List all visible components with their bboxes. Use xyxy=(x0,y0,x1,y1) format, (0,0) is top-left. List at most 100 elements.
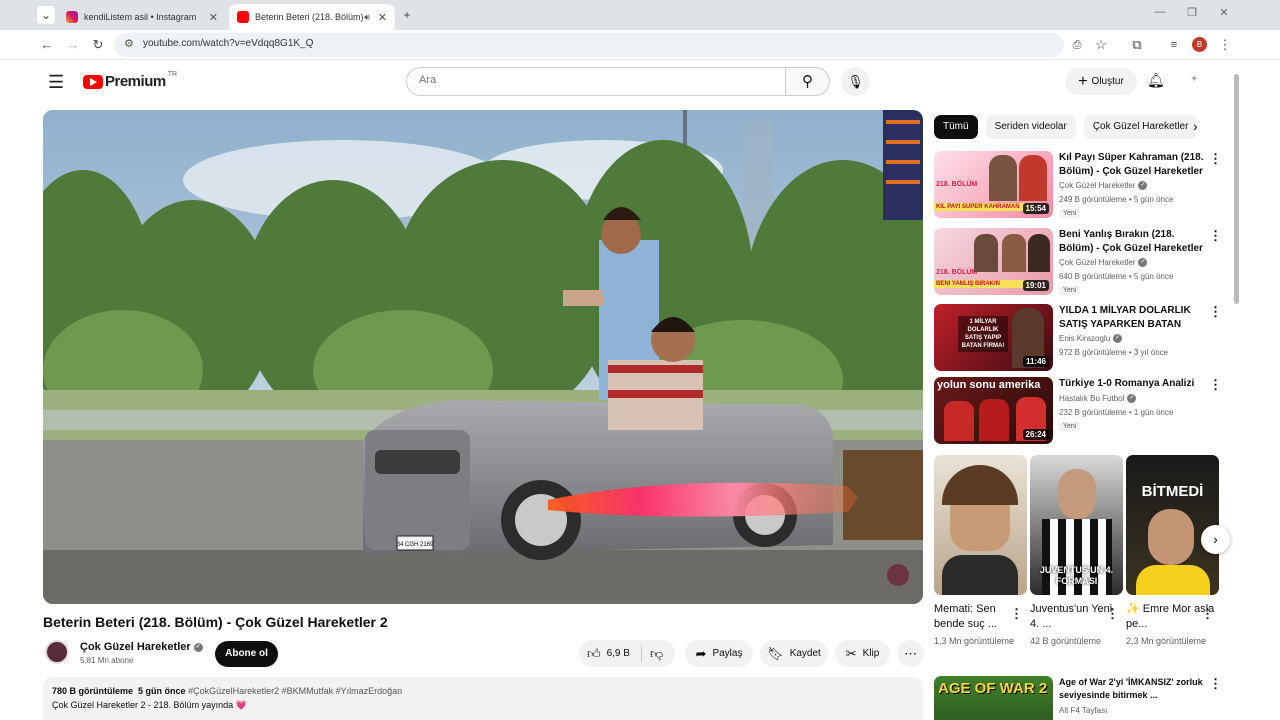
chip-all[interactable]: Tümü xyxy=(934,115,978,139)
recommendation-channel: Çok Güzel Hareketler ✓ xyxy=(1059,258,1148,268)
plus-icon: + xyxy=(1078,72,1088,90)
share-label: Paylaş xyxy=(712,648,743,659)
thumbnail-text: yolun sonu amerika xyxy=(937,379,1041,391)
chevron-right-icon: › xyxy=(1213,531,1218,547)
short-thumbnail[interactable]: JUVENTUS'UN 4. FORMASI xyxy=(1030,455,1123,595)
thumbnail-person xyxy=(1148,509,1194,565)
more-actions-button[interactable]: ⋯ xyxy=(897,640,924,667)
verified-icon: ✓ xyxy=(193,642,203,652)
scrollbar-thumb[interactable] xyxy=(1234,74,1239,304)
short-caption: BİTMEDİ xyxy=(1141,483,1204,500)
search-input[interactable] xyxy=(419,74,759,86)
close-tab-icon[interactable]: ✕ xyxy=(209,11,218,24)
restore-icon[interactable]: ❐ xyxy=(1183,6,1201,19)
media-control-icon[interactable]: ≡ xyxy=(1165,36,1183,54)
reload-icon[interactable]: ↻ xyxy=(89,36,107,54)
kebab-menu-icon[interactable]: ⋮ xyxy=(1209,377,1222,393)
short-views: 42 B görüntüleme xyxy=(1030,636,1102,646)
back-icon[interactable]: ← xyxy=(38,36,56,54)
logo-region: TR xyxy=(167,71,178,78)
browser-tabstrip: ⌄ kendiListem asil • Instagram ✕ Beterin… xyxy=(0,0,1280,30)
recommendation-title: Age of War 2'yi 'İMKANSIZ' zorluk seviye… xyxy=(1059,677,1203,700)
thumbnail-text: 218. BÖLÜM xyxy=(936,181,978,188)
search-icon: ⚲ xyxy=(802,73,813,90)
short-thumbnail[interactable]: BİTMEDİ xyxy=(1126,455,1219,595)
search-box xyxy=(406,67,786,96)
kebab-menu-icon[interactable]: ⋮ xyxy=(1209,304,1222,320)
account-avatar[interactable]: ✦ xyxy=(1190,74,1204,88)
tab-instagram[interactable]: kendiListem asil • Instagram ✕ xyxy=(58,4,226,30)
like-divider xyxy=(641,645,642,662)
search-button[interactable]: ⚲ xyxy=(786,67,830,96)
tab-youtube[interactable]: Beterin Beteri (218. Bölüm) 🔊︎ ✕ xyxy=(229,4,395,30)
video-player[interactable]: 34 CGH 2169 xyxy=(43,110,923,604)
share-button[interactable]: ➦ Paylaş xyxy=(685,640,753,667)
instagram-icon xyxy=(66,11,78,23)
notifications-bell-icon[interactable]: 🔔︎ xyxy=(1147,72,1165,89)
create-button[interactable]: + Oluştur xyxy=(1065,68,1137,95)
install-app-icon[interactable]: ⎙ xyxy=(1068,36,1086,54)
duration-badge: 11:46 xyxy=(1022,356,1049,367)
subscribe-button[interactable]: Abone ol xyxy=(215,641,278,667)
voice-search-button[interactable]: 🎙︎ xyxy=(841,67,870,96)
site-info-icon[interactable]: ⚙ xyxy=(124,37,134,50)
short-thumbnail[interactable] xyxy=(934,455,1027,595)
view-count: 780 B görüntüleme xyxy=(52,686,134,696)
verified-icon: ✓ xyxy=(1138,258,1148,268)
like-count[interactable]: 6,9 B xyxy=(607,648,630,659)
like-dislike-group: 👍︎ 6,9 B 👎︎ xyxy=(579,640,675,667)
recommendation-meta: 640 B görüntüleme • 5 gün önce xyxy=(1059,272,1174,281)
browser-profile-avatar[interactable]: B xyxy=(1192,37,1207,52)
channel-text: Enis Kirazoglu xyxy=(1059,334,1111,343)
chip-channel[interactable]: Çok Güzel Hareketler xyxy=(1083,115,1198,139)
recommendation-item[interactable]: AGE OF WAR 2 Age of War 2'yi 'İMKANSIZ' … xyxy=(934,676,1224,720)
kebab-menu-icon[interactable]: ⋮ xyxy=(1201,606,1214,622)
share-icon: ➦ xyxy=(695,645,707,661)
youtube-premium-logo[interactable]: Premium TR xyxy=(83,71,178,90)
close-window-icon[interactable]: ✕ xyxy=(1215,6,1233,19)
thumbs-down-icon[interactable]: 👎︎ xyxy=(650,646,663,662)
save-label: Kaydet xyxy=(789,648,821,659)
recommendation-title: Türkiye 1-0 Romanya Analizi xyxy=(1059,378,1195,389)
kebab-menu-icon[interactable]: ⋮ xyxy=(1106,606,1119,622)
browser-menu-icon[interactable]: ⋮ xyxy=(1216,36,1234,54)
recommendation-meta: 249 B görüntüleme • 5 gün önce xyxy=(1059,195,1174,204)
chevron-right-icon[interactable]: › xyxy=(1193,118,1198,134)
forward-icon[interactable]: → xyxy=(64,36,82,54)
recommendation-title: Kıl Payı Süper Kahraman (218. Bölüm) - Ç… xyxy=(1059,152,1204,177)
new-tab-button[interactable]: + xyxy=(398,6,416,24)
duration-badge: 15:54 xyxy=(1022,203,1049,214)
clip-button[interactable]: ✂ Klip xyxy=(835,640,890,667)
shorts-next-button[interactable]: › xyxy=(1201,525,1230,554)
kebab-menu-icon[interactable]: ⋮ xyxy=(1209,676,1222,692)
recommendation-item[interactable]: yolun sonu amerika 26:24 Türkiye 1-0 Rom… xyxy=(934,377,1224,445)
kebab-menu-icon[interactable]: ⋮ xyxy=(1209,228,1222,244)
verified-icon: ✓ xyxy=(1127,394,1137,404)
hamburger-menu-icon[interactable]: ☰ xyxy=(48,72,64,93)
close-tab-icon[interactable]: ✕ xyxy=(378,11,387,24)
thumbs-up-icon[interactable]: 👍︎ xyxy=(587,646,601,662)
chip-series[interactable]: Seriden videolar xyxy=(985,115,1076,139)
recommendation-item[interactable]: 1 MİLYAR DOLARLIK SATIŞ YAPIP BATAN FİRM… xyxy=(934,304,1224,372)
recommendation-item[interactable]: 218. BÖLÜM BENİ YANLIŞ BIRAKIN 19:01 Ben… xyxy=(934,228,1224,296)
kebab-menu-icon[interactable]: ⋮ xyxy=(1010,606,1023,622)
channel-name[interactable]: Çok Güzel Hareketler ✓ xyxy=(80,641,203,653)
video-frame: 34 CGH 2169 xyxy=(43,110,923,604)
page-scrollbar[interactable] xyxy=(1232,62,1240,720)
video-thumbnail: 1 MİLYAR DOLARLIK SATIŞ YAPIP BATAN FİRM… xyxy=(934,304,1053,371)
kebab-menu-icon[interactable]: ⋮ xyxy=(1209,151,1222,167)
save-button[interactable]: 🔖︎ Kaydet xyxy=(760,640,828,667)
video-thumbnail: AGE OF WAR 2 xyxy=(934,676,1053,720)
extensions-icon[interactable]: ⧉ xyxy=(1128,36,1146,54)
tab-search-button[interactable]: ⌄ xyxy=(37,6,55,24)
bookmark-star-icon[interactable]: ☆ xyxy=(1092,36,1110,54)
thumbnail-person xyxy=(974,234,998,272)
description-box[interactable]: 780 B görüntüleme 5 gün önce #ÇokGüzelHa… xyxy=(43,677,923,720)
minimize-icon[interactable]: — xyxy=(1151,6,1169,18)
hashtags[interactable]: #ÇokGüzelHareketler2 #BKMMutfak #YılmazE… xyxy=(188,686,402,696)
address-bar[interactable]: ⚙ youtube.com/watch?v=eVdqq8G1K_Q xyxy=(114,33,1064,57)
channel-avatar[interactable] xyxy=(45,640,69,664)
recommendation-item[interactable]: 218. BÖLÜM KIL PAYI SÜPER KAHRAMAN 15:54… xyxy=(934,151,1224,219)
short-views: 1,3 Mn görüntüleme xyxy=(934,636,1015,646)
speaker-icon[interactable]: 🔊︎ xyxy=(364,12,370,23)
